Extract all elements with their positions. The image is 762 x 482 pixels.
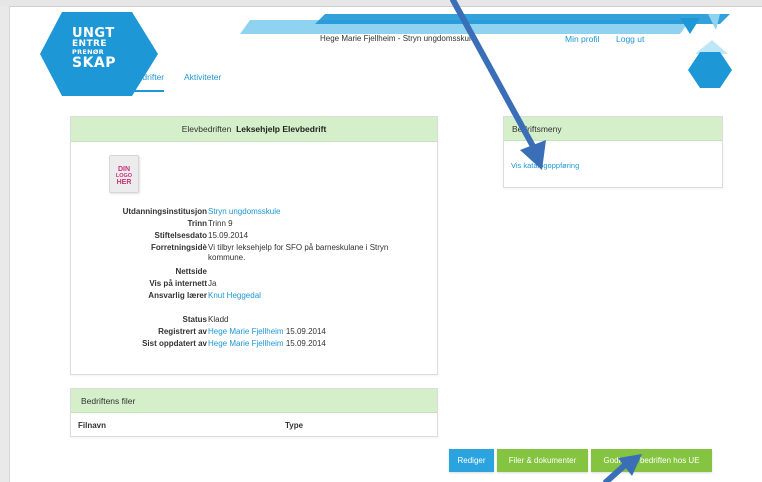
- tab-bedrifter[interactable]: Bedrifter: [132, 72, 164, 82]
- field-label: Sist oppdatert av: [142, 339, 207, 348]
- company-name: Leksehjelp Elevbedrift: [236, 124, 327, 134]
- show-catalog-entry-link[interactable]: Vis katalogoppføring: [511, 161, 579, 170]
- field-row-show-online: Vis på internett Ja: [71, 279, 437, 291]
- field-label: Status: [182, 315, 207, 324]
- files-panel-header: Bedriftens filer: [71, 389, 437, 413]
- logo-line4: SKAP: [72, 54, 117, 71]
- field-row-institution: Utdanningsinstitusjon Stryn ungdomsskule: [71, 207, 437, 219]
- field-label: Vis på internett: [149, 279, 207, 288]
- registered-by-link[interactable]: Hege Marie Fjellheim: [208, 327, 284, 336]
- logout-link[interactable]: Logg ut: [616, 34, 644, 44]
- files-documents-button[interactable]: Filer & dokumenter: [497, 449, 588, 472]
- browser-left-edge: [0, 6, 10, 482]
- teacher-link[interactable]: Knut Heggedal: [208, 291, 408, 301]
- approve-company-button[interactable]: Godkjenn bedriften hos UE: [591, 449, 712, 472]
- files-col-name: Filnavn: [78, 421, 107, 430]
- field-row-updated-by: Sist oppdatert av Hege Marie Fjellheim 1…: [71, 339, 437, 351]
- updated-date: 15.09.2014: [285, 339, 326, 348]
- field-value: 15.09.2014: [208, 231, 249, 240]
- company-details-panel: Elevbedriften Leksehjelp Elevbedrift DIN…: [70, 116, 438, 375]
- field-value: Hege Marie Fjellheim 15.09.2014: [208, 339, 408, 349]
- field-value: Ja: [208, 279, 217, 288]
- field-label: Utdanningsinstitusjon: [122, 207, 207, 216]
- company-menu-panel: Bedriftsmeny Vis katalogoppføring: [503, 116, 723, 188]
- company-logo-placeholder: DIN LOGO HER: [109, 155, 139, 193]
- field-label: Ansvarlig lærer: [148, 291, 207, 300]
- header-decoration: [40, 12, 732, 96]
- files-col-type: Type: [285, 421, 304, 430]
- menu-panel-header: Bedriftsmeny: [504, 117, 722, 141]
- my-profile-link[interactable]: Min profil: [565, 34, 599, 44]
- field-row-website: Nettside: [71, 267, 437, 279]
- updated-by-link[interactable]: Hege Marie Fjellheim: [208, 339, 284, 348]
- company-panel-header: Elevbedriften Leksehjelp Elevbedrift: [71, 117, 437, 142]
- field-value: Hege Marie Fjellheim 15.09.2014: [208, 327, 408, 337]
- header-band-accent: [315, 14, 730, 24]
- field-label: Registrert av: [158, 327, 207, 336]
- deco-shape-2: [695, 40, 728, 54]
- field-row-founded: Stiftelsesdato 15.09.2014: [71, 231, 437, 243]
- field-row-teacher: Ansvarlig lærer Knut Heggedal: [71, 291, 437, 303]
- field-row-trinn: Trinn Trinn 9: [71, 219, 437, 231]
- field-value: Kladd: [208, 315, 229, 324]
- brand-logo[interactable]: UNGT ENTRE PRENØR SKAP: [72, 27, 116, 70]
- field-row-status: Status Kladd: [71, 315, 437, 327]
- header-user-info: Hege Marie Fjellheim - Stryn ungdomsskul…: [320, 34, 476, 43]
- field-row-registered-by: Registrert av Hege Marie Fjellheim 15.09…: [71, 327, 437, 339]
- company-header-prefix: Elevbedriften: [181, 124, 232, 134]
- field-label: Forretningsidè: [150, 243, 207, 252]
- browser-top-edge: [0, 0, 762, 7]
- deco-hexagon: [688, 52, 732, 88]
- field-value: Trinn 9: [208, 219, 233, 228]
- field-value: Vi tilbyr leksehjelp for SFO på barnesku…: [208, 243, 389, 262]
- institution-link[interactable]: Stryn ungdomsskule: [208, 207, 408, 217]
- field-label: Trinn: [187, 219, 207, 228]
- logo-placeholder-line3: HER: [116, 179, 132, 186]
- field-row-business-idea: Forretningsidè Vi tilbyr leksehjelp for …: [71, 243, 437, 267]
- field-label: Stiftelsesdato: [154, 231, 207, 240]
- edit-button[interactable]: Rediger: [449, 449, 494, 472]
- logo-placeholder-line1: DIN: [117, 166, 131, 173]
- registered-date: 15.09.2014: [285, 327, 326, 336]
- active-tab-indicator: [134, 90, 164, 92]
- company-files-panel: Bedriftens filer Filnavn Type: [70, 388, 438, 437]
- field-label: Nettside: [175, 267, 207, 276]
- tab-aktiviteter[interactable]: Aktiviteter: [184, 72, 221, 82]
